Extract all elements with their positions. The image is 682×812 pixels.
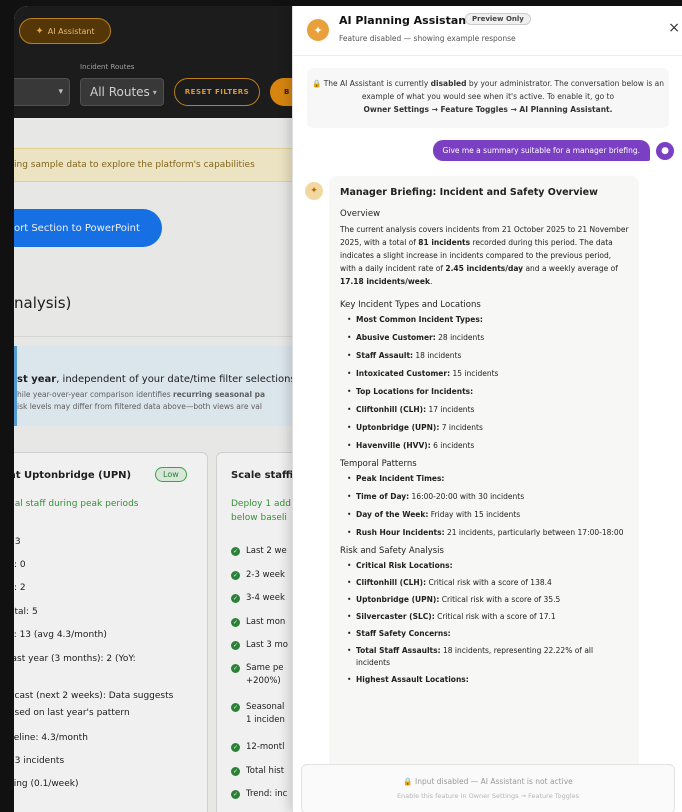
section-heading: Temporal Patterns <box>340 459 417 469</box>
section-heading: Overview <box>340 209 381 219</box>
list-item: Cliftonhill (CLH): Critical risk with a … <box>340 577 629 589</box>
list-item: Staff Safety Concerns: <box>340 628 629 640</box>
list-item: Most Common Incident Types: <box>340 314 629 326</box>
list-item: Intoxicated Customer: 15 incidents <box>340 368 629 380</box>
list-item: Rush Hour Incidents: 21 incidents, parti… <box>340 527 629 539</box>
list-item: Silvercaster (SLC): Critical risk with a… <box>340 611 629 623</box>
panel-header: ✦ AI Planning Assistant Preview Only Fea… <box>293 6 682 56</box>
settings-path: Owner Settings → Feature Toggles → AI Pl… <box>363 105 613 114</box>
lock-icon: 🔒 <box>403 777 413 786</box>
list-item: Total Staff Assaults: 18 incidents, repr… <box>340 645 629 669</box>
input-disabled-hint: Enable this feature in Owner Settings → … <box>396 792 580 800</box>
user-message: Give me a summary suitable for a manager… <box>432 140 650 161</box>
assistant-response: Manager Briefing: Incident and Safety Ov… <box>329 176 639 776</box>
response-title: Manager Briefing: Incident and Safety Ov… <box>340 187 598 198</box>
user-avatar-icon: ● <box>656 141 674 160</box>
assistant-logo-icon: ✦ <box>307 19 329 41</box>
preview-badge: Preview Only <box>465 13 531 25</box>
user-message-row: Give me a summary suitable for a manager… <box>432 140 674 161</box>
list-item: Uptonbridge (UPN): 7 incidents <box>340 422 629 434</box>
list-item: Time of Day: 16:00-20:00 with 30 inciden… <box>340 491 629 503</box>
list-item: Top Locations for Incidents: <box>340 386 629 398</box>
input-disabled-text: 🔒 Input disabled — AI Assistant is not a… <box>403 777 573 786</box>
list-item: Uptonbridge (UPN): Critical risk with a … <box>340 594 629 606</box>
close-icon[interactable]: × <box>668 20 680 36</box>
list-item: Peak Incident Times: <box>340 473 629 485</box>
key-incidents-list: Most Common Incident Types: Abusive Cust… <box>340 314 629 452</box>
risk-list: Critical Risk Locations: Cliftonhill (CL… <box>340 560 629 686</box>
list-item: Day of the Week: Friday with 15 incident… <box>340 509 629 521</box>
list-item: Abusive Customer: 28 incidents <box>340 332 629 344</box>
list-item: Highest Assault Locations: <box>340 674 629 686</box>
section-heading: Risk and Safety Analysis <box>340 546 444 556</box>
message-input-disabled[interactable]: 🔒 Input disabled — AI Assistant is not a… <box>301 764 675 812</box>
list-item: Staff Assault: 18 incidents <box>340 350 629 362</box>
ai-assistant-panel: ✦ AI Planning Assistant Preview Only Fea… <box>292 6 682 812</box>
panel-subtitle: Feature disabled — showing example respo… <box>339 34 516 43</box>
lock-icon: 🔒 <box>311 79 322 88</box>
list-item: Havenville (HVV): 6 incidents <box>340 440 629 452</box>
list-item: Cliftonhill (CLH): 17 incidents <box>340 404 629 416</box>
list-item: Critical Risk Locations: <box>340 560 629 572</box>
temporal-list: Peak Incident Times: Time of Day: 16:00-… <box>340 473 629 539</box>
section-heading: Key Incident Types and Locations <box>340 300 481 310</box>
panel-title: AI Planning Assistant <box>339 14 472 27</box>
overview-paragraph: The current analysis covers incidents fr… <box>340 225 629 286</box>
assistant-avatar-icon: ✦ <box>305 182 323 200</box>
disabled-notice: 🔒 The AI Assistant is currently disabled… <box>307 68 669 128</box>
